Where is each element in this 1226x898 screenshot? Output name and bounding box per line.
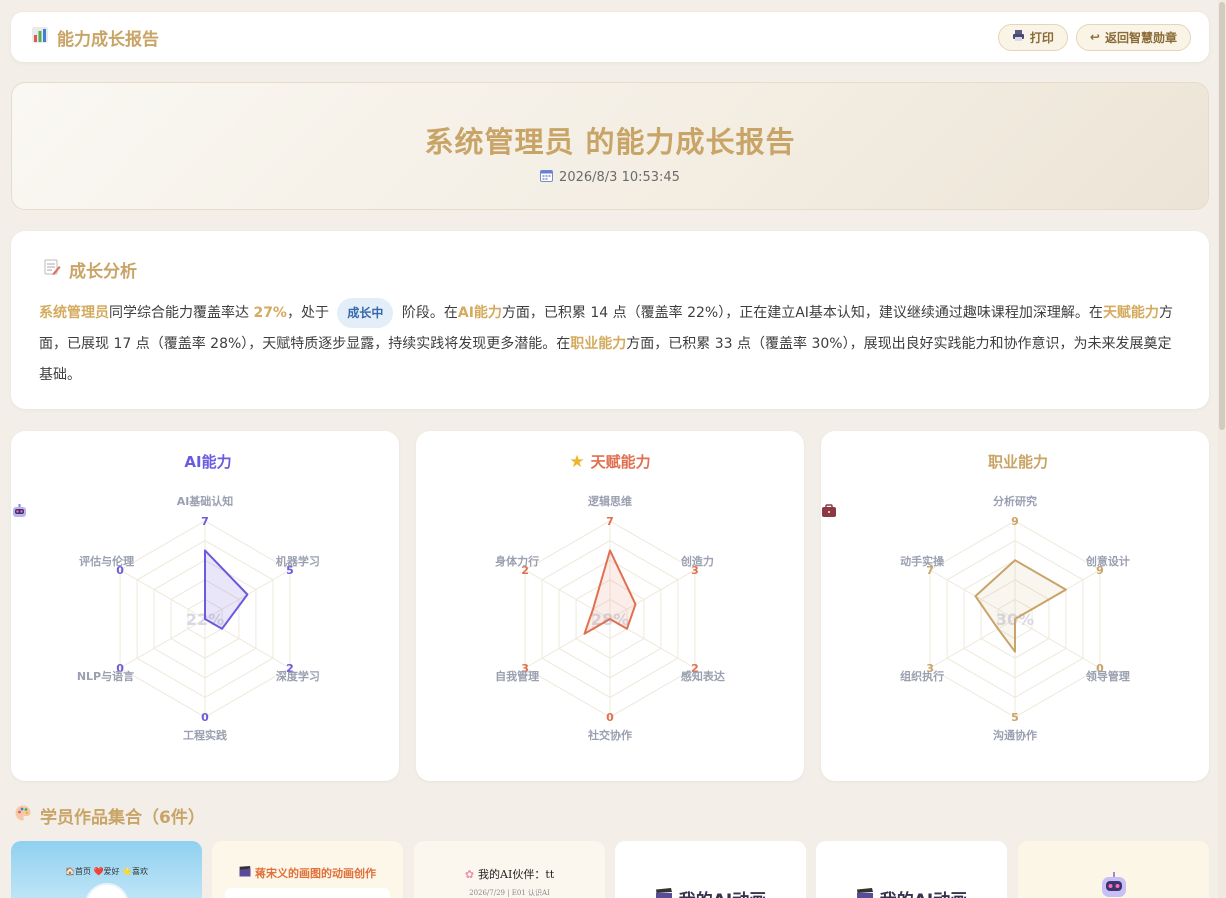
work-card[interactable] — [1018, 841, 1209, 898]
analysis-text-4: 方面，已积累 14 点（覆盖率 22%），正在建立AI基本认知，建议继续通过趣味… — [501, 305, 1103, 321]
talent-ability-card: ★ 天赋能力 28%7逻辑思维3创造力2感知表达0社交协作3自我管理2身体力行 — [416, 431, 804, 781]
page-title: 能力成长报告 — [31, 25, 159, 50]
palette-icon — [14, 804, 32, 827]
talent-ability-title: 天赋能力 — [590, 453, 651, 471]
work-card[interactable]: ✿ 我的AI伙伴：tt 2026/7/29 | E01 认识AI — [414, 841, 605, 898]
radar-value-label: 0 — [606, 711, 614, 724]
report-hero: 系统管理员 的能力成长报告 2026/8/3 10:53:45 — [11, 82, 1209, 210]
radar-axis-label: 组织执行 — [900, 669, 944, 683]
ai-ability-highlight: AI能力 — [457, 305, 502, 321]
return-arrow-icon: ↩ — [1089, 30, 1100, 44]
radar-axis-label: 社交协作 — [587, 728, 632, 742]
career-ability-heading: 职业能力 — [821, 451, 1209, 517]
radar-value-label: 0 — [201, 711, 209, 724]
career-ability-radar: 30%9分析研究9创意设计0领导管理5沟通协作3组织执行7动手实操 — [900, 494, 1130, 742]
print-button-label: 打印 — [1029, 30, 1054, 45]
work-thumbnail-avatar — [85, 883, 129, 898]
radar-axis-label: AI基础认知 — [177, 494, 234, 508]
work-caption: 蒋宋义的画图的动画创作 — [255, 867, 376, 880]
growth-analysis-card: 成长分析 系统管理员同学综合能力覆盖率达 27%，处于 成长中 阶段。在AI能力… — [11, 231, 1209, 409]
work-caption: 🏠首页 ❤️爱好 ⭐喜欢 — [65, 867, 148, 876]
analysis-text-2: ，处于 — [286, 305, 334, 321]
talent-ability-radar: 28%7逻辑思维3创造力2感知表达0社交协作3自我管理2身体力行 — [495, 494, 725, 742]
radar-axis-label: 机器学习 — [276, 554, 320, 568]
career-ability-highlight: 职业能力 — [570, 336, 627, 352]
work-card[interactable]: 我的AI动画 — [615, 841, 806, 898]
report-title: 系统管理员 的能力成长报告 — [424, 125, 796, 159]
work-caption: 我的AI动画 — [679, 886, 766, 898]
print-button[interactable]: 打印 — [997, 23, 1068, 51]
back-to-medals-button[interactable]: ↩ 返回智慧勋章 — [1075, 23, 1191, 51]
star-icon: ★ — [569, 451, 585, 472]
analysis-text-3: 阶段。在 — [397, 305, 458, 321]
clapper-icon — [856, 888, 874, 898]
ai-ability-card: AI能力 22%7AI基础认知5机器学习2深度学习0工程实践0NLP与语言0评估… — [11, 431, 399, 781]
radar-axis-label: 工程实践 — [183, 728, 227, 742]
work-card[interactable]: 蒋宋义的画图的动画创作 — [212, 841, 403, 898]
report-date: 2026/8/3 10:53:45 — [12, 169, 1208, 186]
talent-ability-highlight: 天赋能力 — [1102, 305, 1159, 321]
bar-chart-icon — [31, 26, 49, 49]
work-card[interactable]: 🏠首页 ❤️爱好 ⭐喜欢 — [11, 841, 202, 898]
radar-axis-label: 分析研究 — [993, 494, 1037, 508]
radar-axis-label: 逻辑思维 — [588, 494, 632, 508]
ai-ability-heading: AI能力 — [11, 451, 399, 517]
radar-axis-label: 领导管理 — [1085, 669, 1130, 683]
growth-analysis-heading-text: 成长分析 — [69, 262, 137, 282]
back-button-label: 返回智慧勋章 — [1104, 30, 1177, 45]
works-section-title-text: 学员作品集合（6件） — [40, 808, 205, 828]
radar-value-label: 7 — [201, 515, 209, 528]
career-ability-title: 职业能力 — [987, 453, 1048, 471]
radar-data-area — [974, 559, 1067, 653]
work-caption: 我的AI伙伴：tt — [478, 868, 555, 881]
radar-axis-label: 创造力 — [680, 554, 714, 568]
work-card[interactable]: 我的AI动画 — [816, 841, 1007, 898]
radar-axis-label: NLP与语言 — [77, 669, 134, 683]
work-caption: 我的AI动画 — [880, 886, 967, 898]
ai-ability-radar: 22%7AI基础认知5机器学习2深度学习0工程实践0NLP与语言0评估与伦理 — [77, 494, 320, 742]
coverage-rate: 27% — [253, 305, 287, 321]
growth-analysis-heading: 成长分析 — [43, 257, 1181, 282]
robot-icon — [1099, 872, 1129, 898]
radar-data-area — [204, 549, 249, 630]
report-date-text: 2026/8/3 10:53:45 — [559, 170, 680, 185]
clapper-icon — [239, 866, 251, 880]
cherry-blossom-icon: ✿ — [464, 867, 475, 881]
scrollbar-thumb[interactable] — [1219, 2, 1225, 430]
stage-badge: 成长中 — [337, 298, 394, 328]
radar-axis-label: 自我管理 — [495, 669, 539, 683]
radar-axis-label: 深度学习 — [276, 669, 320, 683]
memo-icon — [43, 258, 61, 281]
calendar-icon — [540, 169, 554, 186]
clapper-icon — [655, 888, 673, 898]
radar-axis-label: 感知表达 — [681, 669, 725, 683]
radar-axis-label: 创意设计 — [1085, 554, 1130, 568]
page-title-text: 能力成长报告 — [57, 29, 159, 50]
radar-value-label: 5 — [1011, 711, 1019, 724]
radar-axis-label: 身体力行 — [495, 554, 539, 568]
radar-axis-label: 动手实操 — [900, 554, 945, 568]
talent-ability-heading: ★ 天赋能力 — [416, 451, 804, 472]
student-name: 系统管理员 — [39, 305, 109, 321]
ai-ability-title: AI能力 — [184, 453, 232, 471]
radar-value-label: 9 — [1011, 515, 1019, 528]
growth-analysis-text: 系统管理员同学综合能力覆盖率达 27%，处于 成长中 阶段。在AI能力方面，已积… — [39, 298, 1181, 391]
work-subcaption: 2026/7/29 | E01 认识AI — [469, 889, 550, 897]
top-bar: 能力成长报告 打印 ↩ 返回智慧勋章 — [11, 12, 1209, 62]
radar-value-label: 7 — [606, 515, 614, 528]
radar-axis-label: 沟通协作 — [993, 728, 1037, 742]
printer-icon — [1012, 29, 1025, 45]
radar-axis-label: 评估与伦理 — [79, 554, 134, 568]
analysis-text-1: 同学综合能力覆盖率达 — [109, 305, 254, 321]
page-scrollbar[interactable] — [1218, 0, 1226, 898]
works-section-title: 学员作品集合（6件） — [14, 803, 205, 828]
career-ability-card: 职业能力 30%9分析研究9创意设计0领导管理5沟通协作3组织执行7动手实操 — [821, 431, 1209, 781]
